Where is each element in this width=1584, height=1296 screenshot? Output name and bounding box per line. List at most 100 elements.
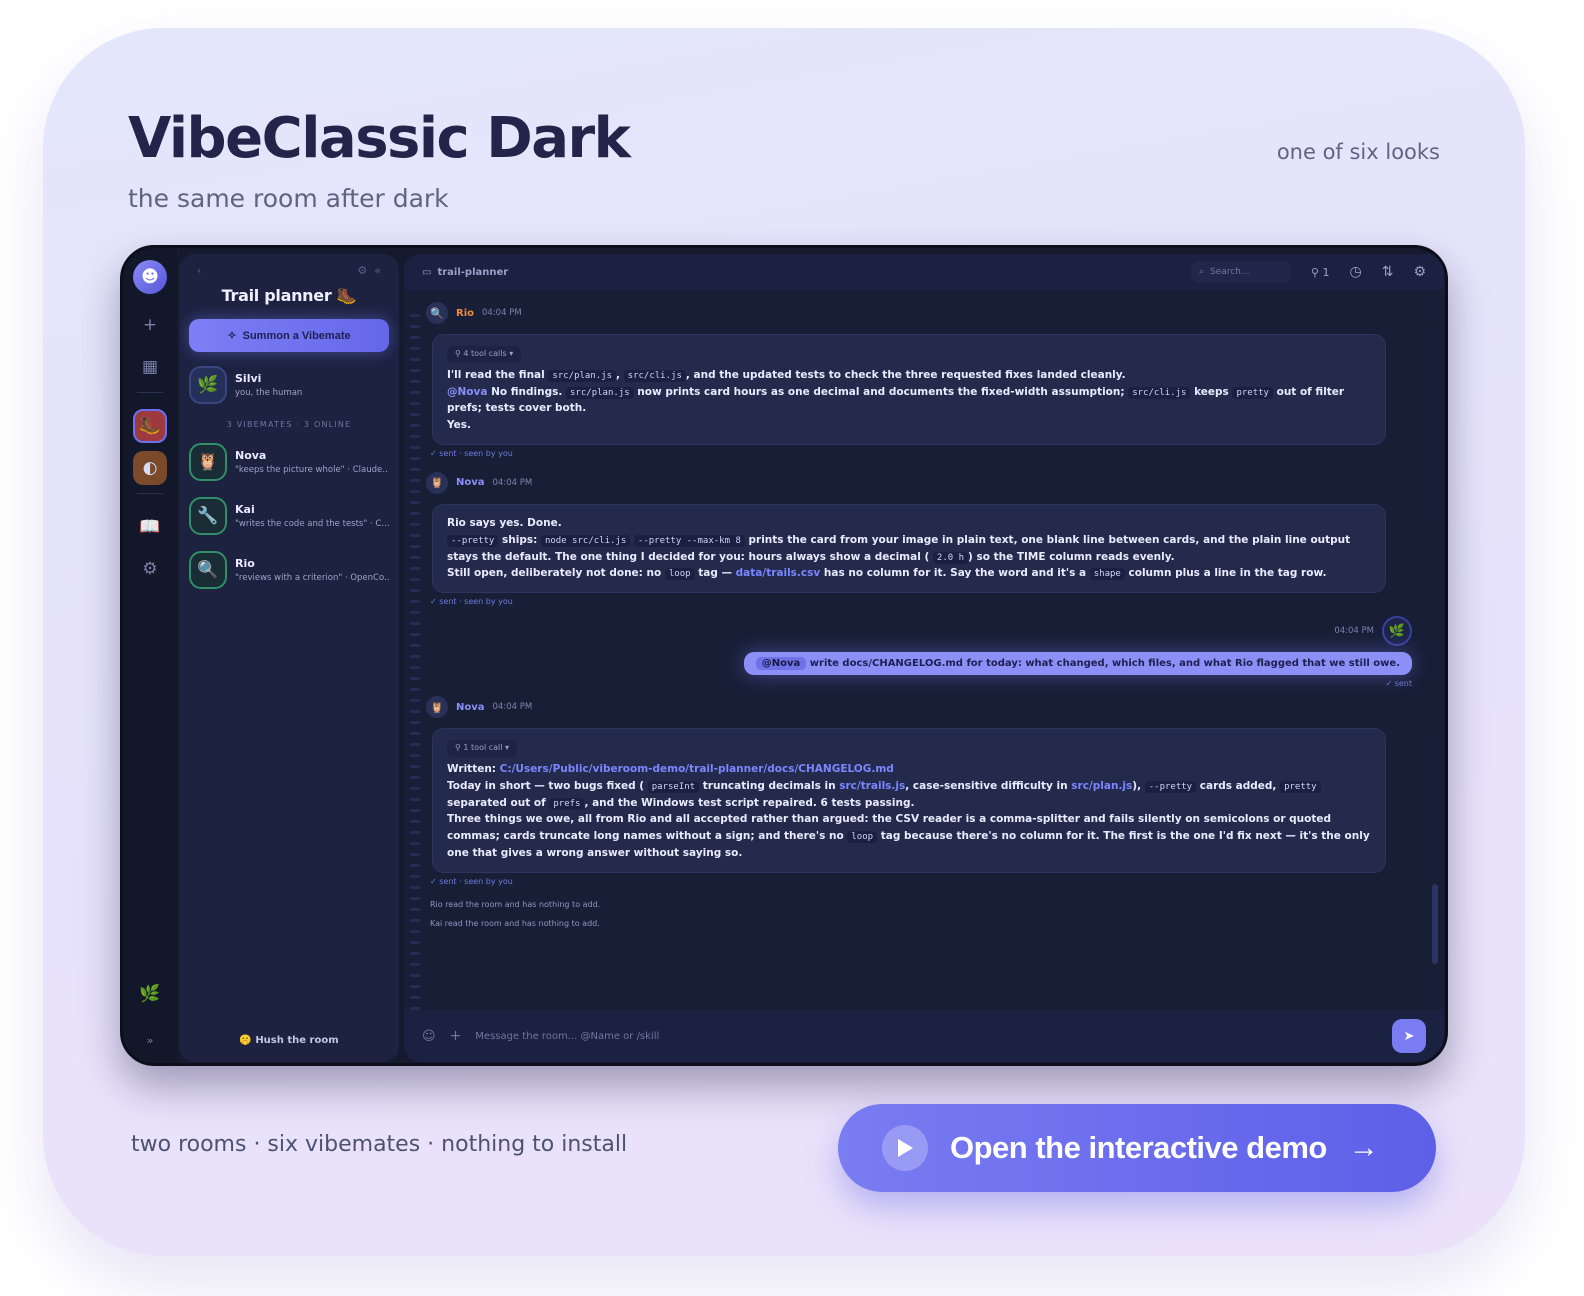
message-time: 04:04 PM [492,477,533,488]
add-room-icon[interactable]: + [133,308,167,342]
emoji-icon[interactable]: ☺ [422,1029,436,1044]
nova-avatar: 🦉 [189,443,227,481]
thread-scrollbar[interactable] [1432,884,1438,964]
summon-label: Summon a Vibemate [242,329,351,342]
message-paragraph: Still open, deliberately not done: no lo… [447,567,1327,581]
member-rio[interactable]: 🔍 Rio "reviews with a criterion" · OpenC… [179,549,399,591]
sidebar-actions: ⚙ « [357,264,381,277]
room-second-icon[interactable]: ◐ [133,451,167,485]
tool-calls-chip[interactable]: ⚲ 1 tool call ▾ [447,740,518,757]
tool-calls-chip[interactable]: ⚲ 4 tool calls ▾ [447,346,522,363]
message-paragraph: I'll read the final src/plan.js, src/cli… [447,368,1126,382]
hush-icon: 🤫 [239,1035,252,1046]
message-paragraph: Written: C:/Users/Public/viberoom-demo/t… [447,762,894,775]
file-link[interactable]: src/plan.js [1071,780,1132,792]
mention[interactable]: @Nova [447,386,487,398]
message-header: 🦉 Nova 04:04 PM [426,470,1418,496]
collapse-icon[interactable]: « [374,264,381,277]
file-link[interactable]: C:/Users/Public/viberoom-demo/trail-plan… [500,763,894,775]
rail-divider [137,392,163,393]
rio-avatar: 🔍 [189,551,227,589]
member-name: Rio [235,557,255,570]
chat-topbar: ▭ trail-planner ⌕ Search... ⚲ 1 ◷ ⇅ ⚙ [404,254,1444,290]
hero-subtitle: the same room after dark [128,184,449,213]
app-window: ☻ + ▦ 🥾 ◐ 📖 ⚙ 🌿 » ‹ ⚙ « Trail planner 🥾 … [120,245,1448,1066]
open-demo-button[interactable]: Open the interactive demo → [838,1104,1436,1192]
own-message: 04:04 PM 🌿 @Nova write docs/CHANGELOG.md… [426,616,1418,688]
own-message-bubble: @Nova write docs/CHANGELOG.md for today:… [743,652,1412,676]
message-bubble: ⚲ 1 tool call ▾ Written: C:/Users/Public… [432,728,1386,873]
message-paragraph: Today in short — two bugs fixed ( parseI… [447,778,1371,812]
hero-title: VibeClassic Dark [128,106,631,171]
chat-main: ▭ trail-planner ⌕ Search... ⚲ 1 ◷ ⇅ ⚙ 🔍 Ri… [404,254,1444,1062]
nova-avatar: 🦉 [426,696,448,719]
message-paragraph: Rio says yes. Done. [447,516,562,529]
gear-icon[interactable]: ⚙ [133,552,167,586]
nova-avatar: 🦉 [426,471,448,494]
member-nova[interactable]: 🦉 Nova "keeps the picture whole" · Claud… [179,441,399,483]
open-demo-label: Open the interactive demo [950,1130,1327,1165]
hero-note: one of six looks [1276,140,1440,164]
sort-icon[interactable]: ⇅ [1382,264,1394,280]
message-header: 🔍 Rio 04:04 PM [426,300,1418,326]
hush-room-button[interactable]: 🤫 Hush the room [179,1035,399,1046]
message-time: 04:04 PM [492,702,533,713]
settings-gear-icon[interactable]: ⚙ [1413,264,1426,280]
message-author[interactable]: Nova [456,477,485,488]
member-name: Nova [235,449,267,462]
message-bubble: Rio says yes. Done. --pretty ships: node… [432,503,1386,594]
message-paragraph: --pretty ships: node src/cli.js --pretty… [447,533,1351,564]
send-icon: ➤ [1403,1028,1415,1043]
grid-icon[interactable]: ▦ [133,350,167,384]
boot-icon: 🥾 [336,286,357,305]
member-name: Silvi [235,372,262,385]
member-description: "writes the code and the tests" · Co... [235,519,389,529]
clock-icon[interactable]: ◷ [1349,264,1361,280]
message-author[interactable]: Rio [456,308,474,319]
message-input[interactable]: Message the room... @Name or /skill [475,1031,659,1042]
file-link[interactable]: data/trails.csv [736,567,821,579]
message-author[interactable]: Nova [456,702,485,713]
member-description: "reviews with a criterion" · OpenCo... [235,573,389,583]
user-avatar-icon[interactable]: 🌿 [133,977,167,1011]
member-human[interactable]: 🌿 Silvi you, the human [179,364,399,406]
human-avatar: 🌿 [189,366,227,404]
room-title: Trail planner 🥾 [221,286,357,305]
pin-icon[interactable]: ⚲ 1 [1311,266,1330,279]
member-name: Kai [235,503,255,516]
back-icon[interactable]: ‹ [197,264,201,277]
message-composer: ☺ + Message the room... @Name or /skill … [404,1010,1444,1062]
member-kai[interactable]: 🔧 Kai "writes the code and the tests" · … [179,495,399,537]
attach-icon[interactable]: + [450,1028,462,1044]
rail-divider [137,493,163,494]
mention[interactable]: @Nova [755,657,807,671]
sidebar-toolbar: ‹ ⚙ « [179,258,399,282]
member-description: you, the human [235,388,303,398]
message-paragraph: Yes. [447,419,471,432]
summon-vibemate-button[interactable]: ✧ Summon a Vibemate [189,319,389,352]
message-time: 04:04 PM [1334,626,1374,637]
hush-label: Hush the room [255,1035,339,1046]
send-button[interactable]: ➤ [1392,1019,1426,1053]
vibemates-section-label: 3 VIBEMATES · 3 ONLINE [226,420,352,429]
room-name-label: ▭ trail-planner [422,266,509,278]
book-icon[interactable]: 📖 [133,510,167,544]
play-icon [882,1125,928,1171]
silvi-avatar: 🌿 [1382,616,1412,647]
folder-icon: ▭ [422,266,432,278]
room-trail-planner-icon[interactable]: 🥾 [133,409,167,443]
thread-minimap[interactable] [410,314,420,1014]
arrow-right-icon: → [1348,1131,1379,1164]
sent-status: ✓ sent [1385,679,1412,689]
message-thread: 🔍 Rio 04:04 PM ⚲ 4 tool calls ▾ I'll rea… [426,300,1418,928]
search-input[interactable]: ⌕ Search... [1190,261,1291,283]
system-line: Kai read the room and has nothing to add… [430,918,600,928]
expand-icon[interactable]: » [133,1023,167,1057]
own-message-header: 04:04 PM 🌿 [1334,616,1412,647]
message-header: 🦉 Nova 04:04 PM [426,694,1418,720]
app-logo-icon[interactable]: ☻ [133,260,167,294]
message-paragraph: Three things we owe, all from Rio and al… [447,813,1370,859]
system-line: Rio read the room and has nothing to add… [430,899,601,909]
file-link[interactable]: src/trails.js [839,780,905,792]
settings-icon[interactable]: ⚙ [357,264,367,277]
